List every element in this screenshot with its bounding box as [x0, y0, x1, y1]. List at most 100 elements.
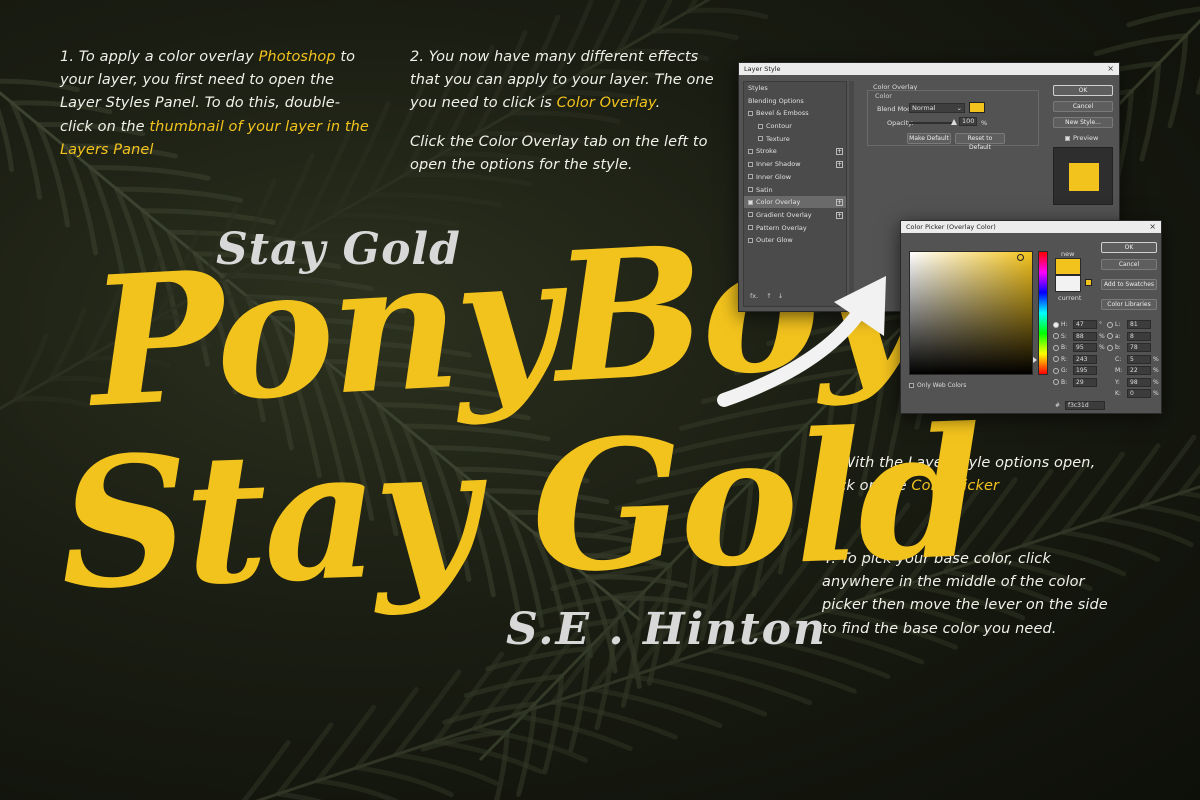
- make-default-button[interactable]: Make Default: [907, 133, 951, 144]
- color-mode-radio[interactable]: [1053, 344, 1059, 351]
- color-value-input[interactable]: 0: [1127, 389, 1151, 398]
- add-to-swatches-button[interactable]: Add to Swatches: [1101, 279, 1157, 290]
- color-value-input[interactable]: 8: [1127, 331, 1151, 341]
- style-items-list: Blending Options Bevel & Emboss Contour Tex…: [744, 95, 846, 247]
- color-value-row: C: 5%: [1107, 354, 1161, 364]
- close-icon[interactable]: ×: [1149, 221, 1156, 233]
- style-item[interactable]: Inner Shadow +: [744, 158, 846, 171]
- color-value-input[interactable]: 78: [1127, 343, 1151, 352]
- hex-row: # f3c31d: [1055, 401, 1105, 410]
- preview-row[interactable]: Preview: [1065, 134, 1098, 142]
- style-item-checkbox[interactable]: [758, 123, 763, 129]
- picker-ok-button[interactable]: OK: [1101, 242, 1157, 253]
- color-value-label: K:: [1115, 390, 1121, 397]
- style-item-checkbox[interactable]: [748, 199, 753, 205]
- only-web-colors-checkbox[interactable]: [909, 383, 914, 388]
- color-value-label: M:: [1115, 367, 1123, 374]
- overlay-color-swatch[interactable]: [969, 102, 985, 113]
- style-item[interactable]: Texture: [744, 133, 846, 146]
- style-item-checkbox[interactable]: [748, 174, 753, 180]
- color-value-label: S:: [1061, 332, 1067, 340]
- reset-default-button[interactable]: Reset to Default: [955, 133, 1005, 151]
- color-mode-radio[interactable]: [1053, 333, 1059, 339]
- style-item[interactable]: Pattern Overlay: [744, 222, 846, 235]
- hex-input[interactable]: f3c31d: [1064, 401, 1105, 410]
- color-mode-radio[interactable]: [1107, 321, 1113, 328]
- opacity-unit: %: [981, 119, 988, 127]
- color-mode-radio[interactable]: [1107, 333, 1113, 339]
- style-item-checkbox[interactable]: [748, 161, 753, 167]
- color-value-row: L: 81: [1107, 320, 1161, 329]
- style-item[interactable]: Stroke +: [744, 145, 846, 159]
- color-overlay-panel: Color Overlay Color Blend Mode: Normal ⌄…: [863, 81, 1043, 171]
- step-1-text: 1. To apply a color overlay Photoshop to…: [60, 46, 370, 162]
- hue-slider-thumb[interactable]: [1033, 357, 1037, 364]
- style-item-checkbox[interactable]: [748, 187, 753, 192]
- color-value-input[interactable]: 22: [1127, 366, 1151, 375]
- color-value-input[interactable]: 29: [1073, 377, 1097, 387]
- style-item-checkbox[interactable]: [758, 136, 763, 142]
- preview-checkbox[interactable]: [1065, 135, 1070, 141]
- opacity-slider-thumb[interactable]: [951, 119, 957, 125]
- style-item[interactable]: Color Overlay +: [744, 196, 846, 209]
- plus-icon[interactable]: +: [836, 148, 843, 156]
- only-web-colors-row[interactable]: Only Web Colors: [909, 382, 966, 389]
- style-item[interactable]: Bevel & Emboss: [744, 107, 846, 121]
- style-item-label: Color Overlay: [756, 198, 801, 207]
- style-item-label: Stroke: [756, 147, 777, 156]
- style-item-checkbox[interactable]: [748, 225, 753, 231]
- color-picker-dialog: Color Picker (Overlay Color) × new curre…: [900, 220, 1162, 414]
- ok-button[interactable]: OK: [1053, 85, 1113, 96]
- style-item[interactable]: Satin: [744, 184, 846, 197]
- color-value-input[interactable]: 81: [1127, 320, 1151, 329]
- plus-icon[interactable]: +: [836, 199, 843, 207]
- cancel-button[interactable]: Cancel: [1053, 101, 1113, 112]
- color-mode-radio[interactable]: [1053, 321, 1059, 328]
- warning-cube-icon[interactable]: [1085, 279, 1092, 286]
- color-mode-radio[interactable]: [1053, 356, 1059, 362]
- plus-icon[interactable]: +: [836, 161, 843, 169]
- color-value-input[interactable]: 47: [1073, 320, 1097, 329]
- style-item[interactable]: Gradient Overlay +: [744, 209, 846, 222]
- color-value-input[interactable]: 88: [1073, 331, 1097, 341]
- color-libraries-button[interactable]: Color Libraries: [1101, 299, 1157, 310]
- style-item-checkbox[interactable]: [748, 237, 753, 243]
- style-item[interactable]: Blending Options: [744, 95, 846, 108]
- color-value-input[interactable]: 5: [1127, 354, 1151, 364]
- opacity-value: 100: [962, 117, 975, 125]
- color-value-row: K: 0%: [1107, 389, 1161, 398]
- color-mode-radio[interactable]: [1107, 344, 1113, 351]
- showcase-author: S.E . Hinton: [506, 604, 827, 655]
- style-item-label: Contour: [766, 122, 792, 131]
- color-mode-radio[interactable]: [1053, 379, 1059, 385]
- color-mode-radio[interactable]: [1053, 367, 1059, 374]
- style-item-checkbox[interactable]: [748, 212, 753, 218]
- picker-cancel-button[interactable]: Cancel: [1101, 259, 1157, 270]
- opacity-slider[interactable]: [909, 122, 955, 124]
- style-item[interactable]: Inner Glow: [744, 171, 846, 184]
- hue-slider[interactable]: [1038, 251, 1048, 375]
- preview-label: Preview: [1073, 134, 1099, 142]
- new-style-button[interactable]: New Style...: [1053, 117, 1113, 128]
- blend-mode-select[interactable]: Normal ⌄: [909, 103, 965, 113]
- step-2-color-overlay: Color Overlay: [556, 95, 656, 112]
- color-value-input[interactable]: 243: [1073, 354, 1097, 364]
- style-item-checkbox[interactable]: [748, 110, 753, 116]
- color-value-unit: %: [1099, 332, 1105, 340]
- color-picker-titlebar: Color Picker (Overlay Color) ×: [901, 221, 1161, 233]
- style-item[interactable]: Contour: [744, 120, 846, 133]
- close-icon[interactable]: ×: [1107, 63, 1114, 75]
- color-value-unit: °: [1099, 321, 1102, 328]
- color-field[interactable]: [909, 251, 1033, 375]
- chevron-down-icon: ⌄: [956, 104, 962, 112]
- color-value-row: a: 8: [1107, 331, 1161, 341]
- color-value-input[interactable]: 195: [1073, 366, 1097, 375]
- style-item-checkbox[interactable]: [748, 148, 753, 154]
- color-value-input[interactable]: 98: [1127, 377, 1151, 387]
- current-color-swatch[interactable]: [1055, 275, 1081, 292]
- plus-icon[interactable]: +: [836, 211, 843, 219]
- color-value-input[interactable]: 95: [1073, 343, 1097, 352]
- opacity-input[interactable]: 100: [959, 117, 977, 126]
- style-item[interactable]: Outer Glow: [744, 234, 846, 247]
- color-field-cursor[interactable]: [1017, 254, 1024, 261]
